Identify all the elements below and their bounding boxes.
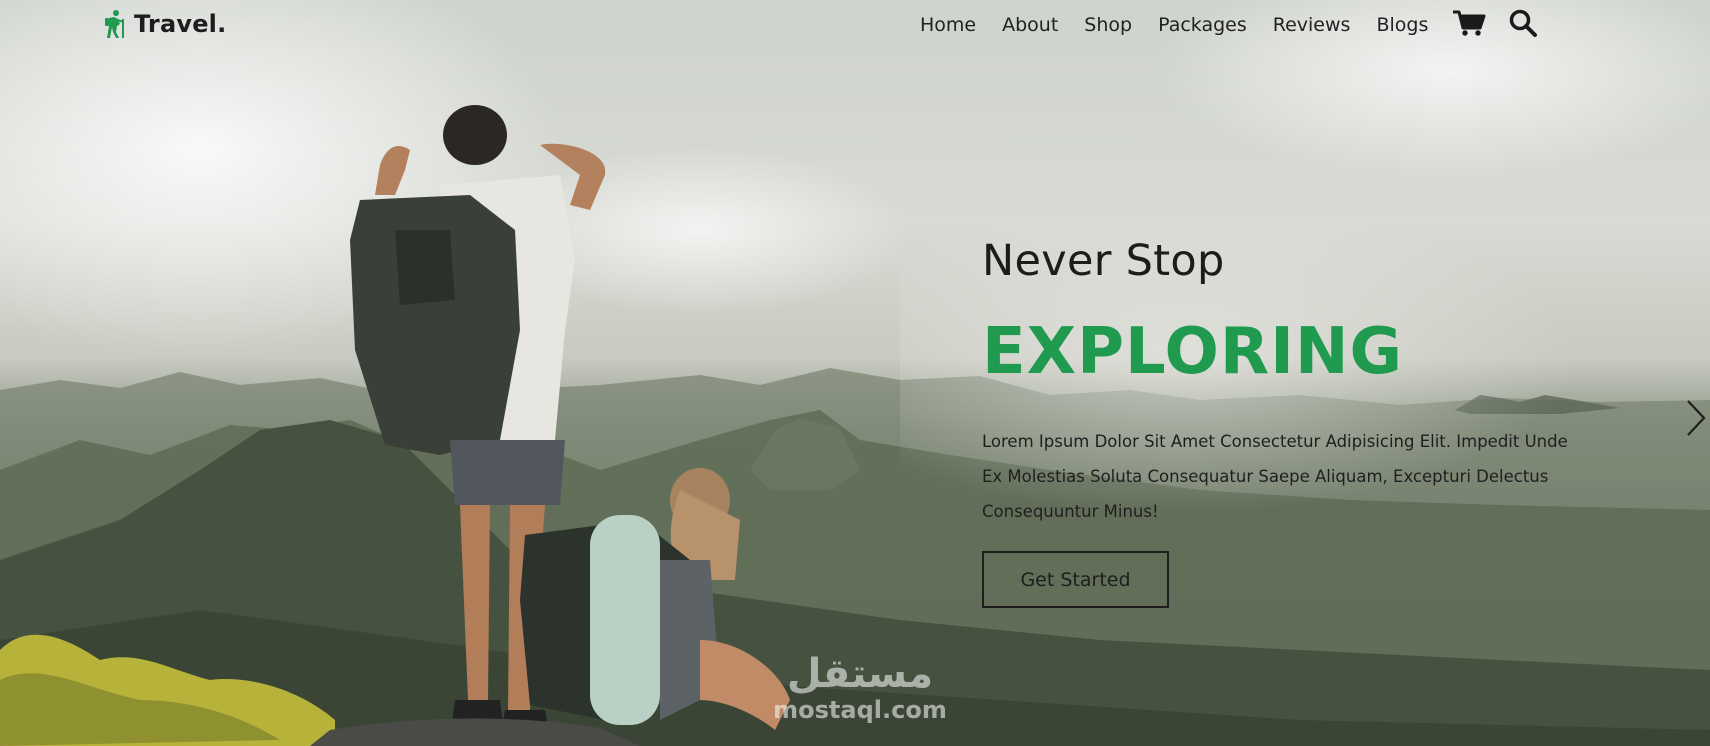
nav-item-packages[interactable]: Packages xyxy=(1158,14,1247,36)
hero-title: EXPLORING xyxy=(982,315,1404,389)
watermark-latin: mostaql.com xyxy=(773,696,947,724)
get-started-button[interactable]: Get Started xyxy=(982,551,1169,608)
nav-item-home[interactable]: Home xyxy=(920,14,976,36)
nav-item-blogs[interactable]: Blogs xyxy=(1376,14,1428,36)
hero-description: Lorem Ipsum Dolor Sit Amet Consectetur A… xyxy=(982,432,1568,521)
search-icon[interactable] xyxy=(1508,8,1538,42)
nav-item-shop[interactable]: Shop xyxy=(1084,14,1132,36)
watermark: مستقل mostaql.com xyxy=(760,652,960,732)
nav-item-about[interactable]: About xyxy=(1002,14,1058,36)
shopping-cart-icon[interactable] xyxy=(1452,9,1486,41)
brand-name: Travel. xyxy=(134,10,227,38)
site-header: Travel. Home About Shop Packages Reviews… xyxy=(0,0,1710,50)
hero-background xyxy=(0,0,1710,746)
hiker-icon xyxy=(105,10,124,38)
chevron-right-icon[interactable] xyxy=(1685,398,1707,438)
nav-item-reviews[interactable]: Reviews xyxy=(1273,14,1351,36)
main-nav: Home About Shop Packages Reviews Blogs xyxy=(920,8,1560,42)
brand-logo[interactable]: Travel. xyxy=(104,6,226,42)
hero-subtitle: Never Stop xyxy=(982,236,1225,286)
watermark-arabic: مستقل xyxy=(786,651,934,697)
